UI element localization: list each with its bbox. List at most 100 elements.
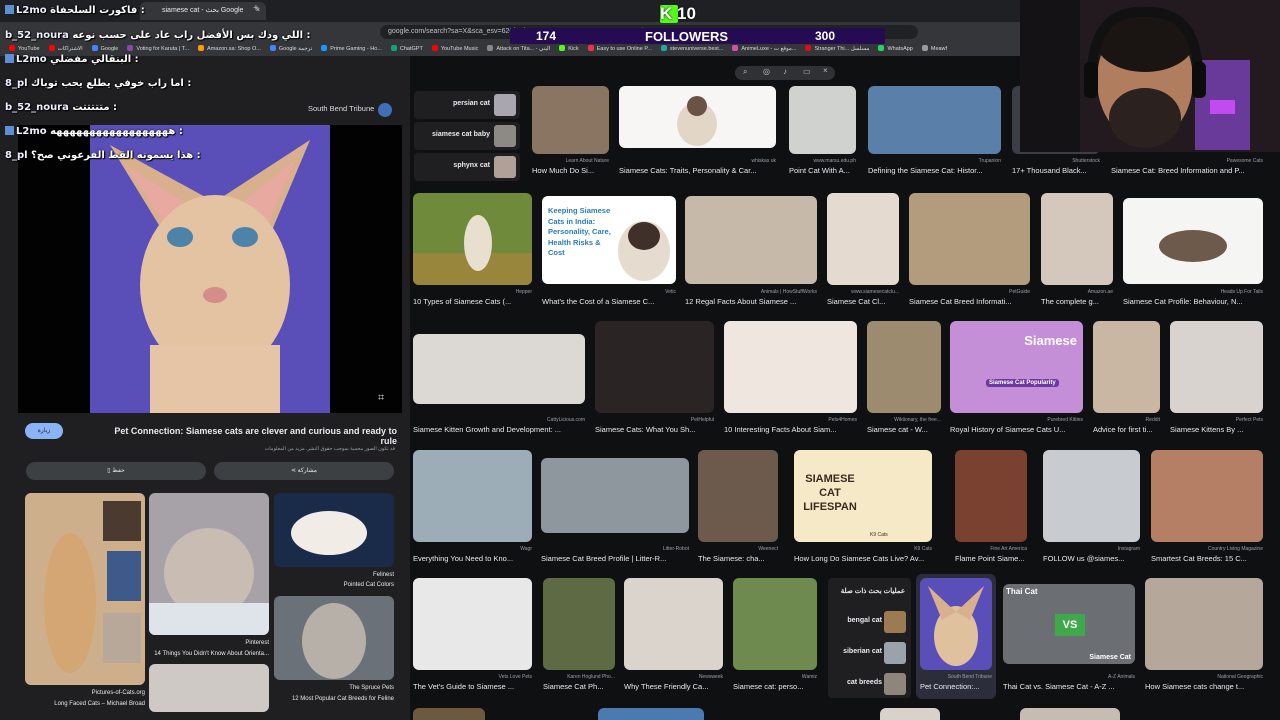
result-image-lifespan[interactable]: SIAMESE CAT LIFESPAN K9 Cats: [794, 450, 932, 542]
result-title[interactable]: Flame Point Siame...: [955, 554, 1027, 563]
result-title[interactable]: 12 Regal Facts About Siamese ...: [685, 297, 817, 306]
result-title[interactable]: Defining the Siamese Cat: Histor...: [868, 166, 1001, 175]
result-title[interactable]: Advice for first ti...: [1093, 425, 1160, 434]
search-icon[interactable]: ⌕: [743, 67, 747, 77]
bookmark-item[interactable]: Prime Gaming - Ho...: [321, 42, 382, 56]
result-title[interactable]: The Vet's Guide to Siamese ...: [413, 682, 532, 691]
lens-source-name[interactable]: South Bend Tribune: [308, 104, 374, 113]
result-title[interactable]: Point Cat With A...: [789, 166, 856, 175]
bookmark-item[interactable]: Attack on Tita... - اليني: [487, 42, 550, 56]
related-image-long-faced[interactable]: [25, 493, 145, 685]
result-image[interactable]: [880, 708, 940, 720]
result-title[interactable]: Pet Connection:...: [920, 682, 992, 691]
result-image[interactable]: [909, 193, 1030, 285]
result-title[interactable]: 17+ Thousand Black...: [1012, 166, 1100, 175]
result-image-keeping[interactable]: Keeping Siamese Cats in India: Personali…: [542, 196, 676, 284]
result-title[interactable]: Siamese Cat Cl...: [827, 297, 899, 306]
bookmark-item[interactable]: Meawf: [921, 42, 947, 56]
mic-icon[interactable]: ♪: [783, 67, 787, 76]
bookmark-item[interactable]: YouTube Music: [431, 42, 478, 56]
result-image[interactable]: [541, 458, 689, 533]
result-title[interactable]: The Siamese: cha...: [698, 554, 778, 563]
copyright-notice[interactable]: قد تكون الصور محمية بموجب حقوق النشر. مز…: [150, 446, 395, 452]
result-image[interactable]: [868, 86, 1001, 154]
result-image[interactable]: [598, 708, 704, 720]
result-title[interactable]: Siamese Cat Breed Informati...: [909, 297, 1030, 306]
result-image[interactable]: [624, 578, 723, 670]
related-image-pointed[interactable]: [274, 493, 394, 567]
result-title[interactable]: Siamese Kitten Growth and Development: .…: [413, 425, 585, 434]
result-image[interactable]: [413, 708, 485, 720]
result-image-thai-vs[interactable]: Thai Cat VS Siamese Cat: [1003, 584, 1135, 664]
related-search-chip[interactable]: persian cat: [414, 91, 520, 119]
result-image[interactable]: [733, 578, 817, 670]
result-title[interactable]: FOLLOW us @siames...: [1043, 554, 1140, 563]
main-cat-image[interactable]: [90, 125, 330, 413]
result-title[interactable]: 10 Interesting Facts About Siam...: [724, 425, 857, 434]
result-image[interactable]: [1043, 450, 1140, 542]
related-search-chip[interactable]: bengal cat: [832, 611, 908, 633]
related-image-extra[interactable]: [149, 664, 269, 712]
lens-icon[interactable]: ◎: [763, 67, 770, 76]
result-image[interactable]: [685, 196, 817, 284]
keyboard-icon[interactable]: ▭: [803, 67, 811, 76]
related-title[interactable]: 14 Things You Didn't Know About Orienta.…: [149, 651, 269, 657]
result-title[interactable]: Royal History of Siamese Cats U...: [950, 425, 1083, 434]
result-image[interactable]: [619, 86, 776, 148]
bookmark-item[interactable]: Google ترجمة: [269, 42, 312, 56]
save-button[interactable]: ▯ حفظ: [26, 462, 206, 480]
result-title[interactable]: Siamese cat - W...: [867, 425, 941, 434]
result-image[interactable]: [1041, 193, 1113, 285]
bookmark-item[interactable]: WhatsApp: [878, 42, 913, 56]
result-title[interactable]: The complete g...: [1041, 297, 1113, 306]
lens-search-icon[interactable]: ⌗: [378, 392, 390, 404]
visit-button[interactable]: زيارة: [25, 423, 63, 439]
result-title[interactable]: Thai Cat vs. Siamese Cat - A-Z ...: [1003, 682, 1135, 691]
result-title[interactable]: How Much Do Si...: [532, 166, 609, 175]
result-image[interactable]: [955, 450, 1027, 542]
result-image[interactable]: [789, 86, 856, 154]
related-search-chip[interactable]: cat breeds: [832, 673, 908, 695]
related-search-chip[interactable]: siamese cat baby: [414, 122, 520, 150]
result-image[interactable]: [543, 578, 615, 670]
lens-caption[interactable]: Pet Connection: Siamese cats are clever …: [112, 426, 397, 446]
new-tab-button[interactable]: +: [253, 3, 259, 14]
result-title[interactable]: Siamese Cat Ph...: [543, 682, 615, 691]
result-image[interactable]: [1145, 578, 1263, 670]
result-title[interactable]: Siamese Cats: What You Sh...: [595, 425, 714, 434]
result-title[interactable]: Siamese Cat Breed Profile | Litter-R...: [541, 554, 689, 563]
result-title[interactable]: Siamese Cats: Traits, Personality & Car.…: [619, 166, 776, 175]
share-button[interactable]: ⋖ مشاركة: [214, 462, 394, 480]
related-image-popular[interactable]: [274, 596, 394, 680]
result-title[interactable]: Why These Friendly Ca...: [624, 682, 723, 691]
bookmark-item[interactable]: Easy to use Online P...: [587, 42, 652, 56]
result-image[interactable]: [413, 578, 532, 670]
related-title[interactable]: 12 Most Popular Cat Breeds for Feline: [274, 696, 394, 702]
result-image[interactable]: [413, 450, 532, 542]
bookmark-item[interactable]: ChatGPT: [390, 42, 423, 56]
result-image[interactable]: [1093, 321, 1160, 413]
result-image[interactable]: [532, 86, 609, 154]
bookmark-item[interactable]: Kick: [559, 42, 579, 56]
result-image[interactable]: [1020, 708, 1120, 720]
result-image[interactable]: [413, 193, 532, 285]
result-title[interactable]: Siamese Cat Profile: Behaviour, N...: [1123, 297, 1263, 306]
result-image[interactable]: [724, 321, 857, 413]
result-image[interactable]: [827, 193, 899, 285]
result-title[interactable]: What's the Cost of a Siamese C...: [542, 297, 676, 306]
result-title[interactable]: Siamese Cat: Breed Information and P...: [1111, 166, 1263, 175]
related-search-chip[interactable]: siberian cat: [832, 642, 908, 664]
related-image-oriental[interactable]: [149, 493, 269, 635]
result-title[interactable]: How Long Do Siamese Cats Live? Av...: [794, 554, 932, 563]
bookmark-item[interactable]: Amazon.sa: Shop O...: [198, 42, 261, 56]
tab-siamese-search[interactable]: siamese cat - بحث Google ×: [140, 2, 266, 20]
result-image[interactable]: [1170, 321, 1263, 413]
result-title[interactable]: Smartest Cat Breeds: 15 C...: [1151, 554, 1263, 563]
bookmark-item[interactable]: Stranger Thi... مسلسل: [805, 42, 869, 56]
result-image[interactable]: [1123, 198, 1263, 284]
bookmark-item[interactable]: AnimeLuxe - موقع ت...: [732, 42, 796, 56]
result-title[interactable]: Siamese cat: perso...: [733, 682, 817, 691]
result-title[interactable]: Everything You Need to Kno...: [413, 554, 532, 563]
clear-icon[interactable]: ×: [823, 66, 828, 75]
result-title[interactable]: Siamese Kittens By ...: [1170, 425, 1263, 434]
